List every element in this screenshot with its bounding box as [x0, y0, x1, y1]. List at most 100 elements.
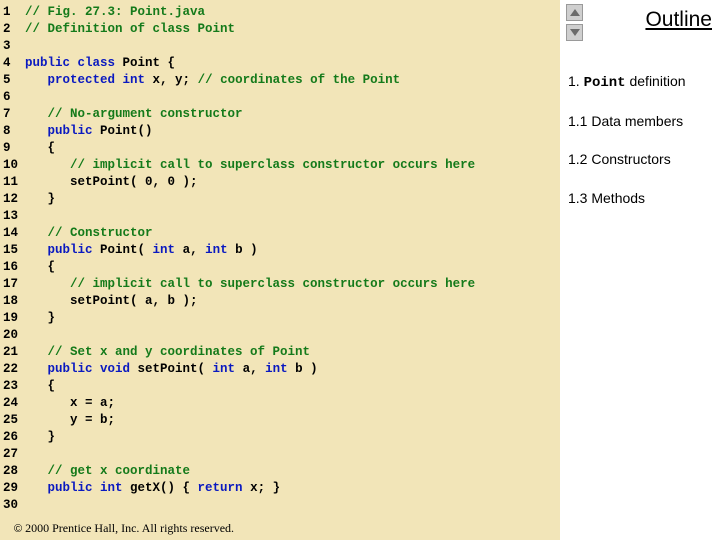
code-line: 12 }	[0, 191, 560, 208]
footer-text: 2000 Prentice Hall, Inc. All rights rese…	[22, 521, 234, 535]
chevron-up-icon	[570, 9, 580, 16]
outline-item-label: Methods	[591, 190, 645, 206]
code-line: 2// Definition of class Point	[0, 21, 560, 38]
line-number: 3	[0, 38, 25, 55]
code-line: 25 y = b;	[0, 412, 560, 429]
code-line: 21 // Set x and y coordinates of Point	[0, 344, 560, 361]
outline-item-number: 1.2	[568, 151, 591, 167]
line-number: 2	[0, 21, 25, 38]
line-number: 21	[0, 344, 25, 361]
outline-item: 1.1 Data members	[568, 112, 714, 130]
line-content: setPoint( a, b );	[25, 293, 198, 310]
line-content: }	[25, 310, 55, 327]
line-content: // No-argument constructor	[25, 106, 243, 123]
line-number: 27	[0, 446, 25, 463]
outline-item-label: Data members	[591, 113, 683, 129]
outline-item: 1. Point definition	[568, 72, 714, 92]
line-content: public int getX() { return x; }	[25, 480, 280, 497]
code-line: 4public class Point {	[0, 55, 560, 72]
outline-item-number: 1.	[568, 73, 584, 89]
code-line: 1// Fig. 27.3: Point.java	[0, 4, 560, 21]
line-content: {	[25, 259, 55, 276]
line-content: public class Point {	[25, 55, 175, 72]
line-content: // Set x and y coordinates of Point	[25, 344, 310, 361]
line-content: // Fig. 27.3: Point.java	[25, 4, 205, 21]
code-line: 17 // implicit call to superclass constr…	[0, 276, 560, 293]
line-content: protected int x, y; // coordinates of th…	[25, 72, 400, 89]
line-number: 20	[0, 327, 25, 344]
code-line: 23 {	[0, 378, 560, 395]
code-line: 22 public void setPoint( int a, int b )	[0, 361, 560, 378]
line-number: 16	[0, 259, 25, 276]
line-number: 9	[0, 140, 25, 157]
line-number: 26	[0, 429, 25, 446]
outline-item-mono: Point	[584, 75, 626, 91]
code-line: 27	[0, 446, 560, 463]
line-content: // get x coordinate	[25, 463, 190, 480]
code-line: 26 }	[0, 429, 560, 446]
line-number: 24	[0, 395, 25, 412]
line-content: x = a;	[25, 395, 115, 412]
code-line: 30	[0, 497, 560, 514]
code-line: 14 // Constructor	[0, 225, 560, 242]
slide: 1// Fig. 27.3: Point.java2// Definition …	[0, 0, 720, 540]
code-line: 3	[0, 38, 560, 55]
nav-icons	[566, 4, 583, 41]
code-line: 18 setPoint( a, b );	[0, 293, 560, 310]
outline-list: 1. Point definition 1.1 Data members 1.2 C…	[568, 72, 714, 207]
side-panel: Outline 1. Point definition 1.1 Data memb…	[560, 0, 720, 540]
code-line: 6	[0, 89, 560, 106]
line-content: public Point( int a, int b )	[25, 242, 258, 259]
code-panel: 1// Fig. 27.3: Point.java2// Definition …	[0, 0, 560, 540]
code-line: 7 // No-argument constructor	[0, 106, 560, 123]
footer-copyright: © 2000 Prentice Hall, Inc. All rights re…	[14, 521, 234, 536]
chevron-down-icon	[570, 29, 580, 36]
nav-prev-button[interactable]	[566, 4, 583, 21]
outline-item-number: 1.3	[568, 190, 591, 206]
code-line: 29 public int getX() { return x; }	[0, 480, 560, 497]
code-line: 5 protected int x, y; // coordinates of …	[0, 72, 560, 89]
line-number: 17	[0, 276, 25, 293]
line-number: 7	[0, 106, 25, 123]
code-line: 20	[0, 327, 560, 344]
line-number: 8	[0, 123, 25, 140]
outline-title: Outline	[568, 8, 714, 32]
outline-item: 1.2 Constructors	[568, 150, 714, 168]
line-content: }	[25, 429, 55, 446]
outline-item-label: definition	[626, 73, 686, 89]
line-number: 25	[0, 412, 25, 429]
line-content: setPoint( 0, 0 );	[25, 174, 198, 191]
line-content: {	[25, 378, 55, 395]
line-number: 22	[0, 361, 25, 378]
code-line: 9 {	[0, 140, 560, 157]
code-line: 16 {	[0, 259, 560, 276]
code-line: 28 // get x coordinate	[0, 463, 560, 480]
line-number: 30	[0, 497, 25, 514]
line-number: 12	[0, 191, 25, 208]
copyright-icon: ©	[14, 523, 22, 535]
code-line: 13	[0, 208, 560, 225]
line-number: 19	[0, 310, 25, 327]
line-content: // implicit call to superclass construct…	[25, 157, 475, 174]
code-line: 11 setPoint( 0, 0 );	[0, 174, 560, 191]
line-number: 15	[0, 242, 25, 259]
line-content: public void setPoint( int a, int b )	[25, 361, 318, 378]
line-number: 13	[0, 208, 25, 225]
nav-next-button[interactable]	[566, 24, 583, 41]
line-content: public Point()	[25, 123, 153, 140]
line-content: // Definition of class Point	[25, 21, 235, 38]
line-content: {	[25, 140, 55, 157]
code-line: 8 public Point()	[0, 123, 560, 140]
code-line: 15 public Point( int a, int b )	[0, 242, 560, 259]
code-line: 10 // implicit call to superclass constr…	[0, 157, 560, 174]
outline-item-label: Constructors	[591, 151, 670, 167]
line-number: 18	[0, 293, 25, 310]
line-number: 1	[0, 4, 25, 21]
code-line: 24 x = a;	[0, 395, 560, 412]
line-number: 23	[0, 378, 25, 395]
line-number: 11	[0, 174, 25, 191]
line-number: 10	[0, 157, 25, 174]
outline-item-number: 1.1	[568, 113, 591, 129]
line-content: // implicit call to superclass construct…	[25, 276, 475, 293]
outline-item: 1.3 Methods	[568, 189, 714, 207]
